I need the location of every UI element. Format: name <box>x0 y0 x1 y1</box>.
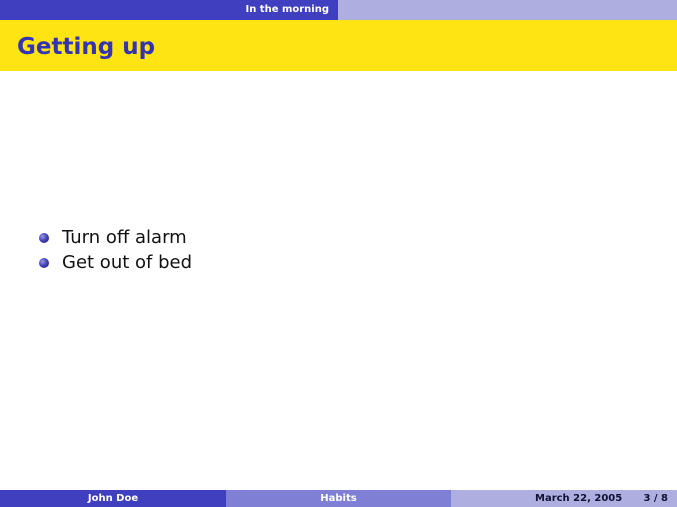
list-item-text: Turn off alarm <box>62 227 187 248</box>
section-link-current[interactable]: In the morning <box>0 0 338 20</box>
section-bar-filler <box>338 0 677 20</box>
section-label: In the morning <box>245 4 329 15</box>
frame-title-band: Getting up <box>0 20 677 71</box>
page-number: 3 / 8 <box>643 493 668 504</box>
bullet-ball-icon <box>39 258 49 268</box>
list-item: Get out of bed <box>0 250 677 275</box>
short-title: Habits <box>320 493 357 504</box>
presentation-date: March 22, 2005 <box>535 493 623 504</box>
list-item: Turn off alarm <box>0 225 677 250</box>
author-name: John Doe <box>87 493 139 504</box>
frame-title: Getting up <box>17 34 156 60</box>
list-item-text: Get out of bed <box>62 252 192 273</box>
slide-content: Turn off alarm Get out of bed <box>0 225 677 275</box>
footer-author: John Doe <box>0 490 226 507</box>
bullet-list: Turn off alarm Get out of bed <box>0 225 677 275</box>
footer-date-page: March 22, 2005 3 / 8 <box>451 490 677 507</box>
footline: John Doe Habits March 22, 2005 3 / 8 <box>0 490 677 507</box>
bullet-ball-icon <box>39 233 49 243</box>
section-navigation-bar: In the morning <box>0 0 677 20</box>
footer-short-title: Habits <box>226 490 451 507</box>
